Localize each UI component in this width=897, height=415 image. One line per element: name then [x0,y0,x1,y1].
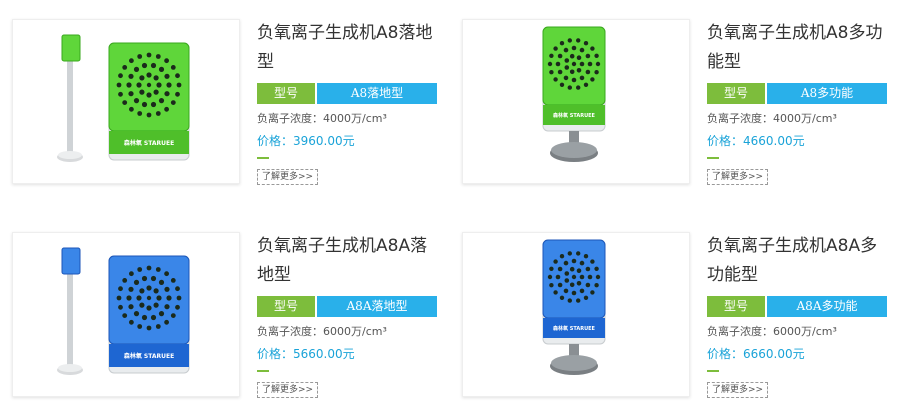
model-value: A8A多功能 [767,296,887,317]
learn-more-button[interactable]: 了解更多>> [707,169,769,185]
model-value: A8A落地型 [317,296,437,317]
model-label: 型号 [257,296,315,317]
product-title[interactable]: 负氧离子生成机A8多功能型 [707,19,887,77]
air-purifier-illustration: 森林氧 STARUEE [57,247,190,375]
learn-more-button[interactable]: 了解更多>> [257,169,319,185]
brand-logo: 森林氧 STARUEE [123,352,174,360]
ion-concentration: 负离子浓度：6000万/cm³ [257,325,387,338]
product-info: 负氧离子生成机A8多功能型 型号 A8多功能 负离子浓度：4000万/cm³ 价… [707,19,887,185]
model-spec: 型号 A8A多功能 [707,296,887,317]
product-title[interactable]: 负氧离子生成机A8A落地型 [257,232,437,290]
ion-concentration: 负离子浓度：6000万/cm³ [707,325,837,338]
learn-more-button[interactable]: 了解更多>> [707,382,769,398]
price: 价格：6660.00元 [707,347,805,361]
price: 价格：5660.00元 [257,347,355,361]
product-image[interactable]: 森林氧 STARUEE [462,19,690,184]
product-image[interactable]: 森林氧 STARUEE [12,232,240,397]
price: 价格：4660.00元 [707,134,805,148]
price: 价格：3960.00元 [257,134,355,148]
model-label: 型号 [257,83,315,104]
ion-concentration: 负离子浓度：4000万/cm³ [257,112,387,125]
air-purifier-illustration: 森林氧 STARUEE [542,26,606,162]
divider-bar [257,370,269,372]
product-info: 负氧离子生成机A8A落地型 型号 A8A落地型 负离子浓度：6000万/cm³ … [257,232,437,398]
product-title[interactable]: 负氧离子生成机A8落地型 [257,19,437,77]
model-value: A8多功能 [767,83,887,104]
product-card: 森林氧 STARUEE 负氧离子生成机A8A多功能型 型号 A8A多功能 负离子… [462,232,897,407]
brand-logo: 森林氧 STARUEE [552,325,596,332]
product-card: 森林氧 STARUEE 负氧离子生成机A8多功能型 型号 A8多功能 负离子浓度… [462,19,897,194]
ion-concentration: 负离子浓度：4000万/cm³ [707,112,837,125]
model-spec: 型号 A8A落地型 [257,296,437,317]
product-title[interactable]: 负氧离子生成机A8A多功能型 [707,232,887,290]
learn-more-button[interactable]: 了解更多>> [257,382,319,398]
model-spec: 型号 A8多功能 [707,83,887,104]
product-card: 森林氧 STARUEE 负氧离子生成机A8A落地型 型号 A8A落地型 负离子浓… [12,232,452,407]
brand-logo: 森林氧 STARUEE [552,112,596,119]
product-info: 负氧离子生成机A8A多功能型 型号 A8A多功能 负离子浓度：6000万/cm³… [707,232,887,398]
product-image[interactable]: 森林氧 STARUEE [12,19,240,184]
divider-bar [707,157,719,159]
air-purifier-illustration: 森林氧 STARUEE [542,239,606,375]
divider-bar [257,157,269,159]
divider-bar [707,370,719,372]
model-spec: 型号 A8落地型 [257,83,437,104]
product-image[interactable]: 森林氧 STARUEE [462,232,690,397]
brand-logo: 森林氧 STARUEE [123,139,174,147]
product-info: 负氧离子生成机A8落地型 型号 A8落地型 负离子浓度：4000万/cm³ 价格… [257,19,437,185]
model-label: 型号 [707,83,765,104]
model-label: 型号 [707,296,765,317]
air-purifier-illustration: 森林氧 STARUEE [57,34,190,162]
model-value: A8落地型 [317,83,437,104]
product-card: 森林氧 STARUEE 负氧离子生成机A8落地型 型号 A8落地型 负离子浓度：… [12,19,452,194]
